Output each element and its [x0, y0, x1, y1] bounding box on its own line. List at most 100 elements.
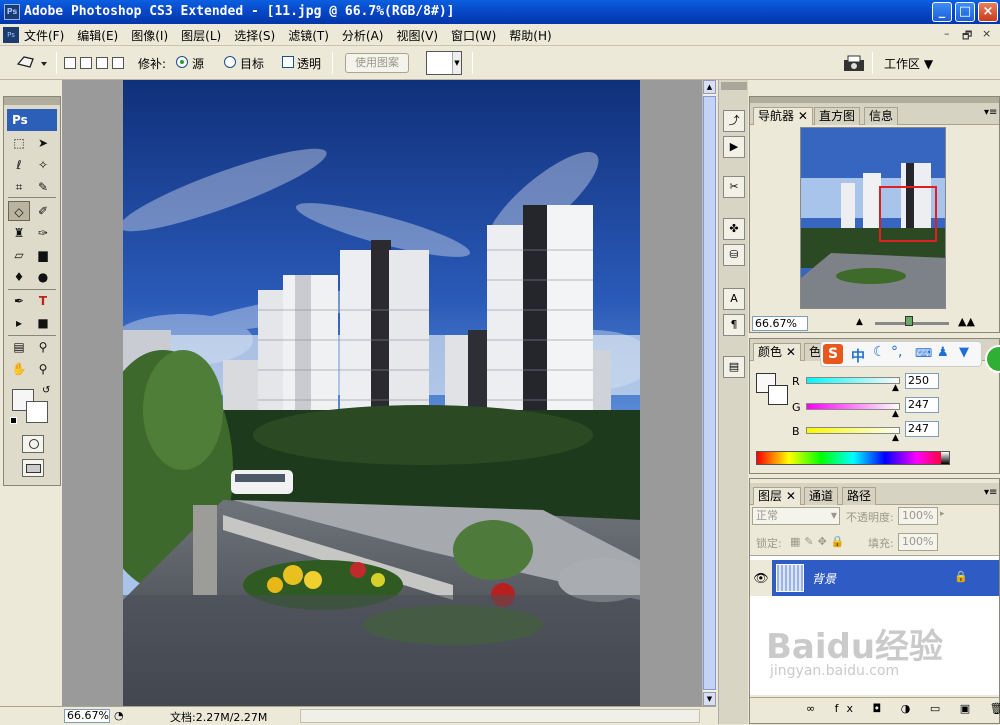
add-selection-icon[interactable]	[80, 57, 92, 69]
g-slider[interactable]	[806, 403, 900, 410]
r-value-field[interactable]: 250	[905, 373, 939, 389]
horizontal-scrollbar[interactable]	[300, 709, 700, 723]
actions-panel-icon[interactable]: ▶	[723, 136, 745, 158]
brush-tool-icon[interactable]: ✐	[32, 201, 54, 221]
screen-mode-icon[interactable]	[22, 459, 44, 477]
clone-source-icon[interactable]: ⛁	[723, 244, 745, 266]
history-brush-tool-icon[interactable]: ✑	[32, 223, 54, 243]
workspace-menu[interactable]: 工作区 ▼	[884, 55, 933, 72]
background-color-swatch[interactable]	[26, 401, 48, 423]
paragraph-panel-icon[interactable]: ¶	[723, 314, 745, 336]
slice-tool-icon[interactable]: ✎	[32, 177, 54, 197]
panel-menu-icon[interactable]: ▾≡	[984, 107, 997, 118]
lock-icons[interactable]: ▦✎✥🔒	[790, 535, 849, 548]
target-radio[interactable]	[224, 56, 236, 68]
doc-restore-button[interactable]: 🗗	[962, 27, 972, 46]
menu-help[interactable]: 帮助(H)	[509, 27, 551, 44]
zoom-field[interactable]: 66.67%	[64, 709, 110, 723]
tab-info[interactable]: 信息	[864, 107, 899, 125]
ime-fullwidth-icon[interactable]: °,	[891, 344, 902, 360]
opacity-arrow-icon[interactable]: ▸	[940, 509, 945, 519]
document-image[interactable]	[123, 80, 640, 706]
menu-window[interactable]: 窗口(W)	[451, 27, 496, 44]
sogou-logo-icon[interactable]: S	[823, 344, 843, 364]
b-slider[interactable]	[806, 427, 900, 434]
new-selection-icon[interactable]	[64, 57, 76, 69]
navigator-zoom-thumb[interactable]	[905, 316, 913, 326]
maximize-button[interactable]: □	[955, 2, 975, 22]
pen-tool-icon[interactable]: ✒	[8, 291, 30, 311]
patch-tool-preset-icon[interactable]	[14, 52, 50, 74]
chevron-down-icon[interactable]: ▼	[452, 52, 461, 74]
intersect-selection-icon[interactable]	[112, 57, 124, 69]
eye-icon[interactable]: 👁	[750, 560, 772, 596]
tab-paths[interactable]: 路径	[842, 487, 877, 505]
vertical-scroll-thumb[interactable]	[703, 96, 716, 690]
ime-skin-icon[interactable]: ▼	[959, 345, 969, 360]
zoom-in-icon[interactable]: ▲▲	[958, 315, 975, 328]
marquee-tool-icon[interactable]: ⬚	[8, 133, 30, 153]
character-panel-icon[interactable]: A	[723, 288, 745, 310]
use-pattern-button[interactable]: 使用图案	[345, 53, 409, 73]
gradient-tool-icon[interactable]: ▆	[32, 245, 54, 265]
layer-name[interactable]: 背景	[812, 570, 836, 587]
layer-row[interactable]: 👁 背景 🔒	[750, 560, 999, 596]
menu-filter[interactable]: 滤镜(T)	[288, 27, 329, 44]
dodge-tool-icon[interactable]: ●	[32, 267, 54, 287]
zoom-out-icon[interactable]: ▲	[856, 317, 863, 327]
g-slider-thumb[interactable]: ▲	[892, 409, 899, 419]
ime-chinese-mode[interactable]: 中	[851, 346, 865, 366]
transparent-checkbox[interactable]	[282, 56, 294, 68]
lasso-tool-icon[interactable]: ℓ	[8, 155, 30, 175]
scroll-down-arrow-icon[interactable]: ▼	[703, 692, 716, 706]
magic-wand-tool-icon[interactable]: ✧	[32, 155, 54, 175]
menu-image[interactable]: 图像(I)	[131, 27, 168, 44]
source-radio[interactable]	[176, 56, 188, 68]
subtract-selection-icon[interactable]	[96, 57, 108, 69]
history-panel-icon[interactable]: ⤴	[723, 110, 745, 132]
rectangle-tool-icon[interactable]: ■	[32, 313, 54, 333]
tab-layers[interactable]: 图层 ✕	[753, 487, 801, 505]
pattern-picker[interactable]: ▼	[426, 51, 462, 75]
default-colors-icon[interactable]	[10, 417, 17, 424]
swap-colors-icon[interactable]: ↺	[42, 385, 50, 396]
dock-grip[interactable]	[721, 82, 747, 90]
ime-keyboard-icon[interactable]: ⌨	[915, 346, 932, 360]
tab-channels[interactable]: 通道	[804, 487, 839, 505]
navigator-view-box[interactable]	[879, 186, 937, 242]
path-selection-tool-icon[interactable]: ▸	[8, 313, 30, 333]
g-value-field[interactable]: 247	[905, 397, 939, 413]
scroll-up-arrow-icon[interactable]: ▲	[703, 80, 716, 94]
navigator-thumbnail[interactable]	[800, 127, 946, 309]
menu-edit[interactable]: 编辑(E)	[77, 27, 118, 44]
color-background-swatch[interactable]	[768, 385, 788, 405]
b-value-field[interactable]: 247	[905, 421, 939, 437]
ime-user-icon[interactable]: ♟	[937, 345, 949, 360]
floating-green-badge[interactable]	[985, 345, 1000, 373]
notes-tool-icon[interactable]: ▤	[8, 337, 30, 357]
r-slider[interactable]	[806, 377, 900, 384]
toolbox-grip[interactable]	[4, 97, 60, 105]
menu-analysis[interactable]: 分析(A)	[342, 27, 384, 44]
fill-field[interactable]: 100%	[898, 533, 938, 551]
photoshop-logo[interactable]: Ps	[7, 109, 57, 131]
b-slider-thumb[interactable]: ▲	[892, 433, 899, 443]
vertical-scrollbar[interactable]: ▲ ▼	[702, 80, 716, 706]
patch-tool-icon[interactable]: ◇	[8, 201, 30, 221]
opacity-field[interactable]: 100%	[898, 507, 938, 525]
minimize-button[interactable]: _	[932, 2, 952, 22]
hand-tool-icon[interactable]: ✋	[8, 359, 30, 379]
status-menu-icon[interactable]: ◔	[114, 709, 128, 723]
navigator-zoom-field[interactable]: 66.67%	[752, 316, 808, 331]
close-icon[interactable]: ✕	[786, 489, 796, 503]
type-tool-icon[interactable]: T	[32, 291, 54, 311]
clone-stamp-tool-icon[interactable]: ♜	[8, 223, 30, 243]
menu-view[interactable]: 视图(V)	[396, 27, 438, 44]
close-button[interactable]: ×	[978, 2, 998, 22]
menu-select[interactable]: 选择(S)	[234, 27, 275, 44]
ime-punctuation-icon[interactable]: ☾	[873, 344, 886, 360]
blend-mode-dropdown[interactable]: 正常 ▼	[752, 507, 840, 525]
layer-action-icons[interactable]: ∞ fx ◘ ◑ ▭ ▣ 🗑	[806, 702, 1000, 715]
tool-presets-icon[interactable]: ✂	[723, 176, 745, 198]
menu-file[interactable]: 文件(F)	[24, 27, 64, 44]
